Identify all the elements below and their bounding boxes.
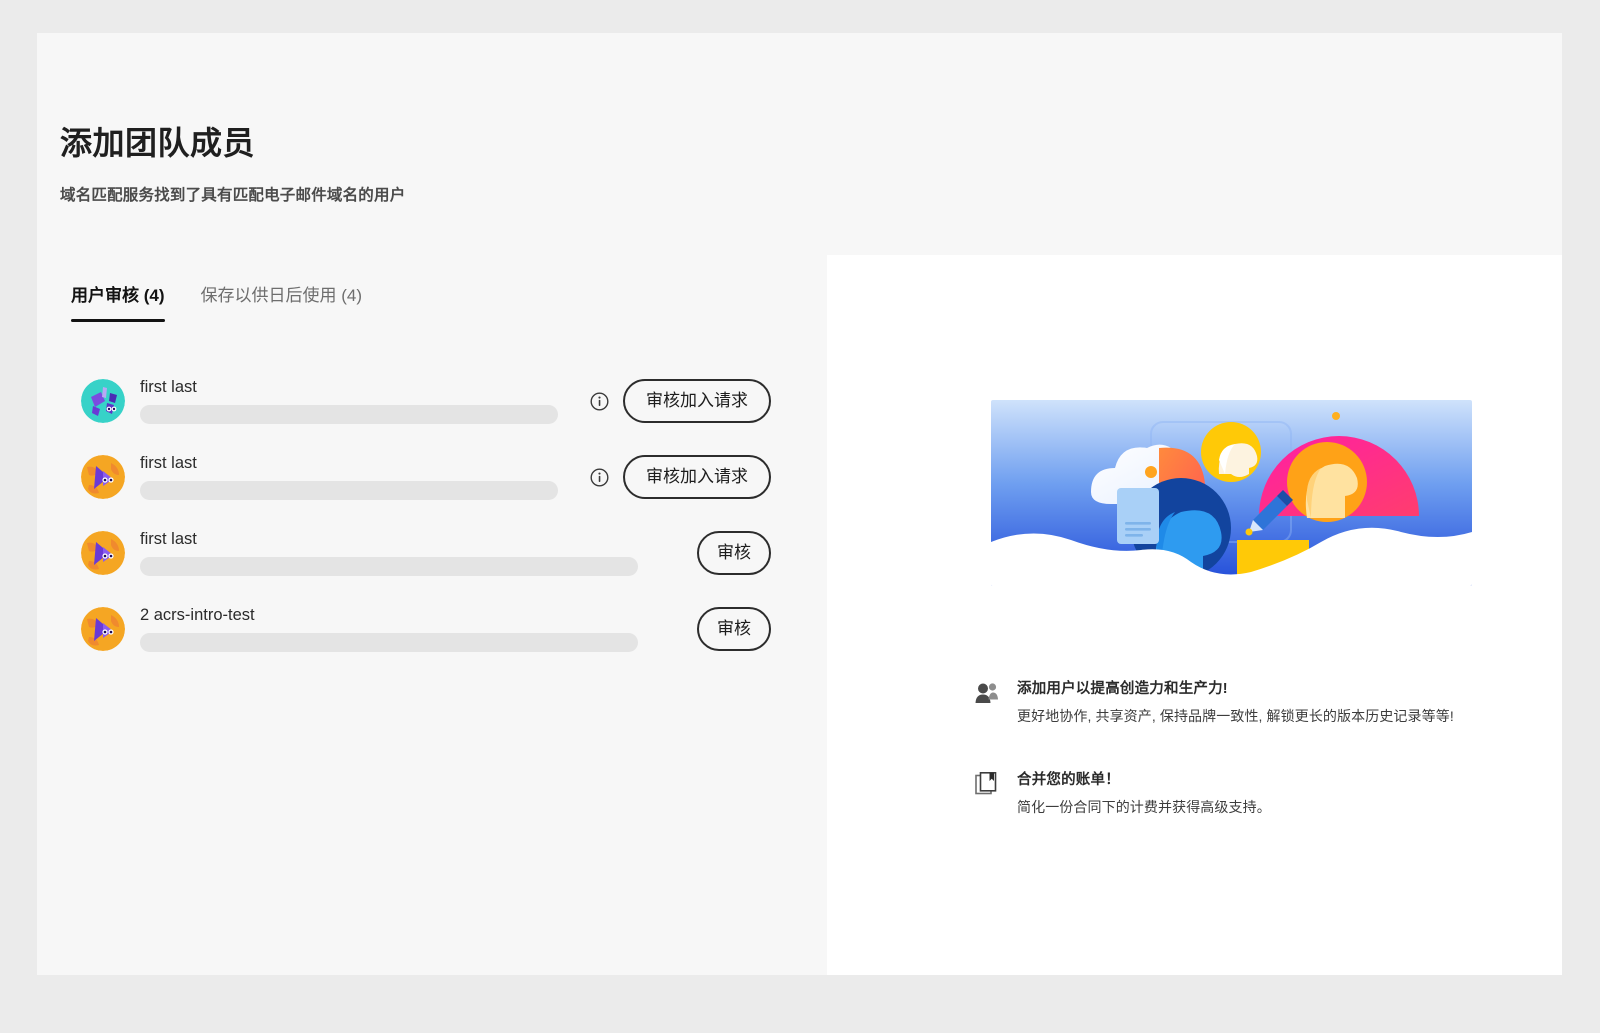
user-name: first last [140,453,197,472]
bookmark-document-icon [975,771,1001,796]
row-actions: 审核 [697,607,771,651]
user-email-redacted [140,405,558,425]
tab-user-review[interactable]: 用户审核 (4) [71,281,165,322]
user-email-redacted [140,633,638,653]
user-info: 2 acrs-intro-test [140,606,697,653]
info-icon[interactable] [590,467,609,487]
user-name: first last [140,529,197,548]
benefit-description: 简化一份合同下的计费并获得高级支持。 [1017,798,1271,815]
benefit-item-consolidate-billing: 合并您的账单！ 简化一份合同下的计费并获得高级支持。 [975,771,1515,817]
page-title: 添加团队成员 [60,125,256,161]
promo-panel: 添加用户以提高创造力和生产力! 更好地协作, 共享资产, 保持品牌一致性, 解锁… [827,255,1562,975]
avatar [81,607,125,651]
benefit-item-add-users: 添加用户以提高创造力和生产力! 更好地协作, 共享资产, 保持品牌一致性, 解锁… [975,680,1515,726]
page-subtitle: 域名匹配服务找到了具有匹配电子邮件域名的用户 [60,187,406,204]
benefits-list: 添加用户以提高创造力和生产力! 更好地协作, 共享资产, 保持品牌一致性, 解锁… [975,680,1515,861]
tab-saved-for-later-label: 保存以供日后使用 (4) [200,286,363,305]
review-button[interactable]: 审核 [697,531,771,575]
tab-active-underline [71,319,165,322]
user-email-redacted [140,557,638,577]
tab-bar: 用户审核 (4) 保存以供日后使用 (4) [71,281,362,322]
row-actions: 审核加入请求 [590,455,771,499]
user-list-item: first last 审核 [81,515,771,591]
avatar [81,531,125,575]
tab-user-review-label: 用户审核 (4) [71,286,165,305]
benefit-title: 合并您的账单！ [1017,771,1120,788]
user-name: first last [140,377,197,396]
user-info: first last [140,530,697,577]
row-actions: 审核 [697,531,771,575]
user-list-item: first last 审核加入请求 [81,439,771,515]
team-collaboration-illustration [991,400,1472,586]
info-icon[interactable] [590,391,609,411]
user-list: first last 审核加入请求 first last 审核加入请求 firs… [81,363,771,667]
avatar [81,379,125,423]
user-info: first last [140,454,590,501]
avatar [81,455,125,499]
user-email-redacted [140,481,558,501]
users-icon [975,681,1001,705]
user-info: first last [140,378,590,425]
benefit-description: 更好地协作, 共享资产, 保持品牌一致性, 解锁更长的版本历史记录等等! [1017,707,1454,724]
review-join-request-button[interactable]: 审核加入请求 [623,379,771,423]
benefit-title: 添加用户以提高创造力和生产力! [1017,681,1228,697]
row-actions: 审核加入请求 [590,379,771,423]
review-join-request-button[interactable]: 审核加入请求 [623,455,771,499]
user-list-item: 2 acrs-intro-test 审核 [81,591,771,667]
user-list-item: first last 审核加入请求 [81,363,771,439]
left-column: 添加团队成员 域名匹配服务找到了具有匹配电子邮件域名的用户 用户审核 (4) 保… [37,33,827,975]
app-card: 添加团队成员 域名匹配服务找到了具有匹配电子邮件域名的用户 用户审核 (4) 保… [37,33,1562,975]
review-button[interactable]: 审核 [697,607,771,651]
user-name: 2 acrs-intro-test [140,605,255,624]
tab-saved-for-later[interactable]: 保存以供日后使用 (4) [201,281,363,322]
